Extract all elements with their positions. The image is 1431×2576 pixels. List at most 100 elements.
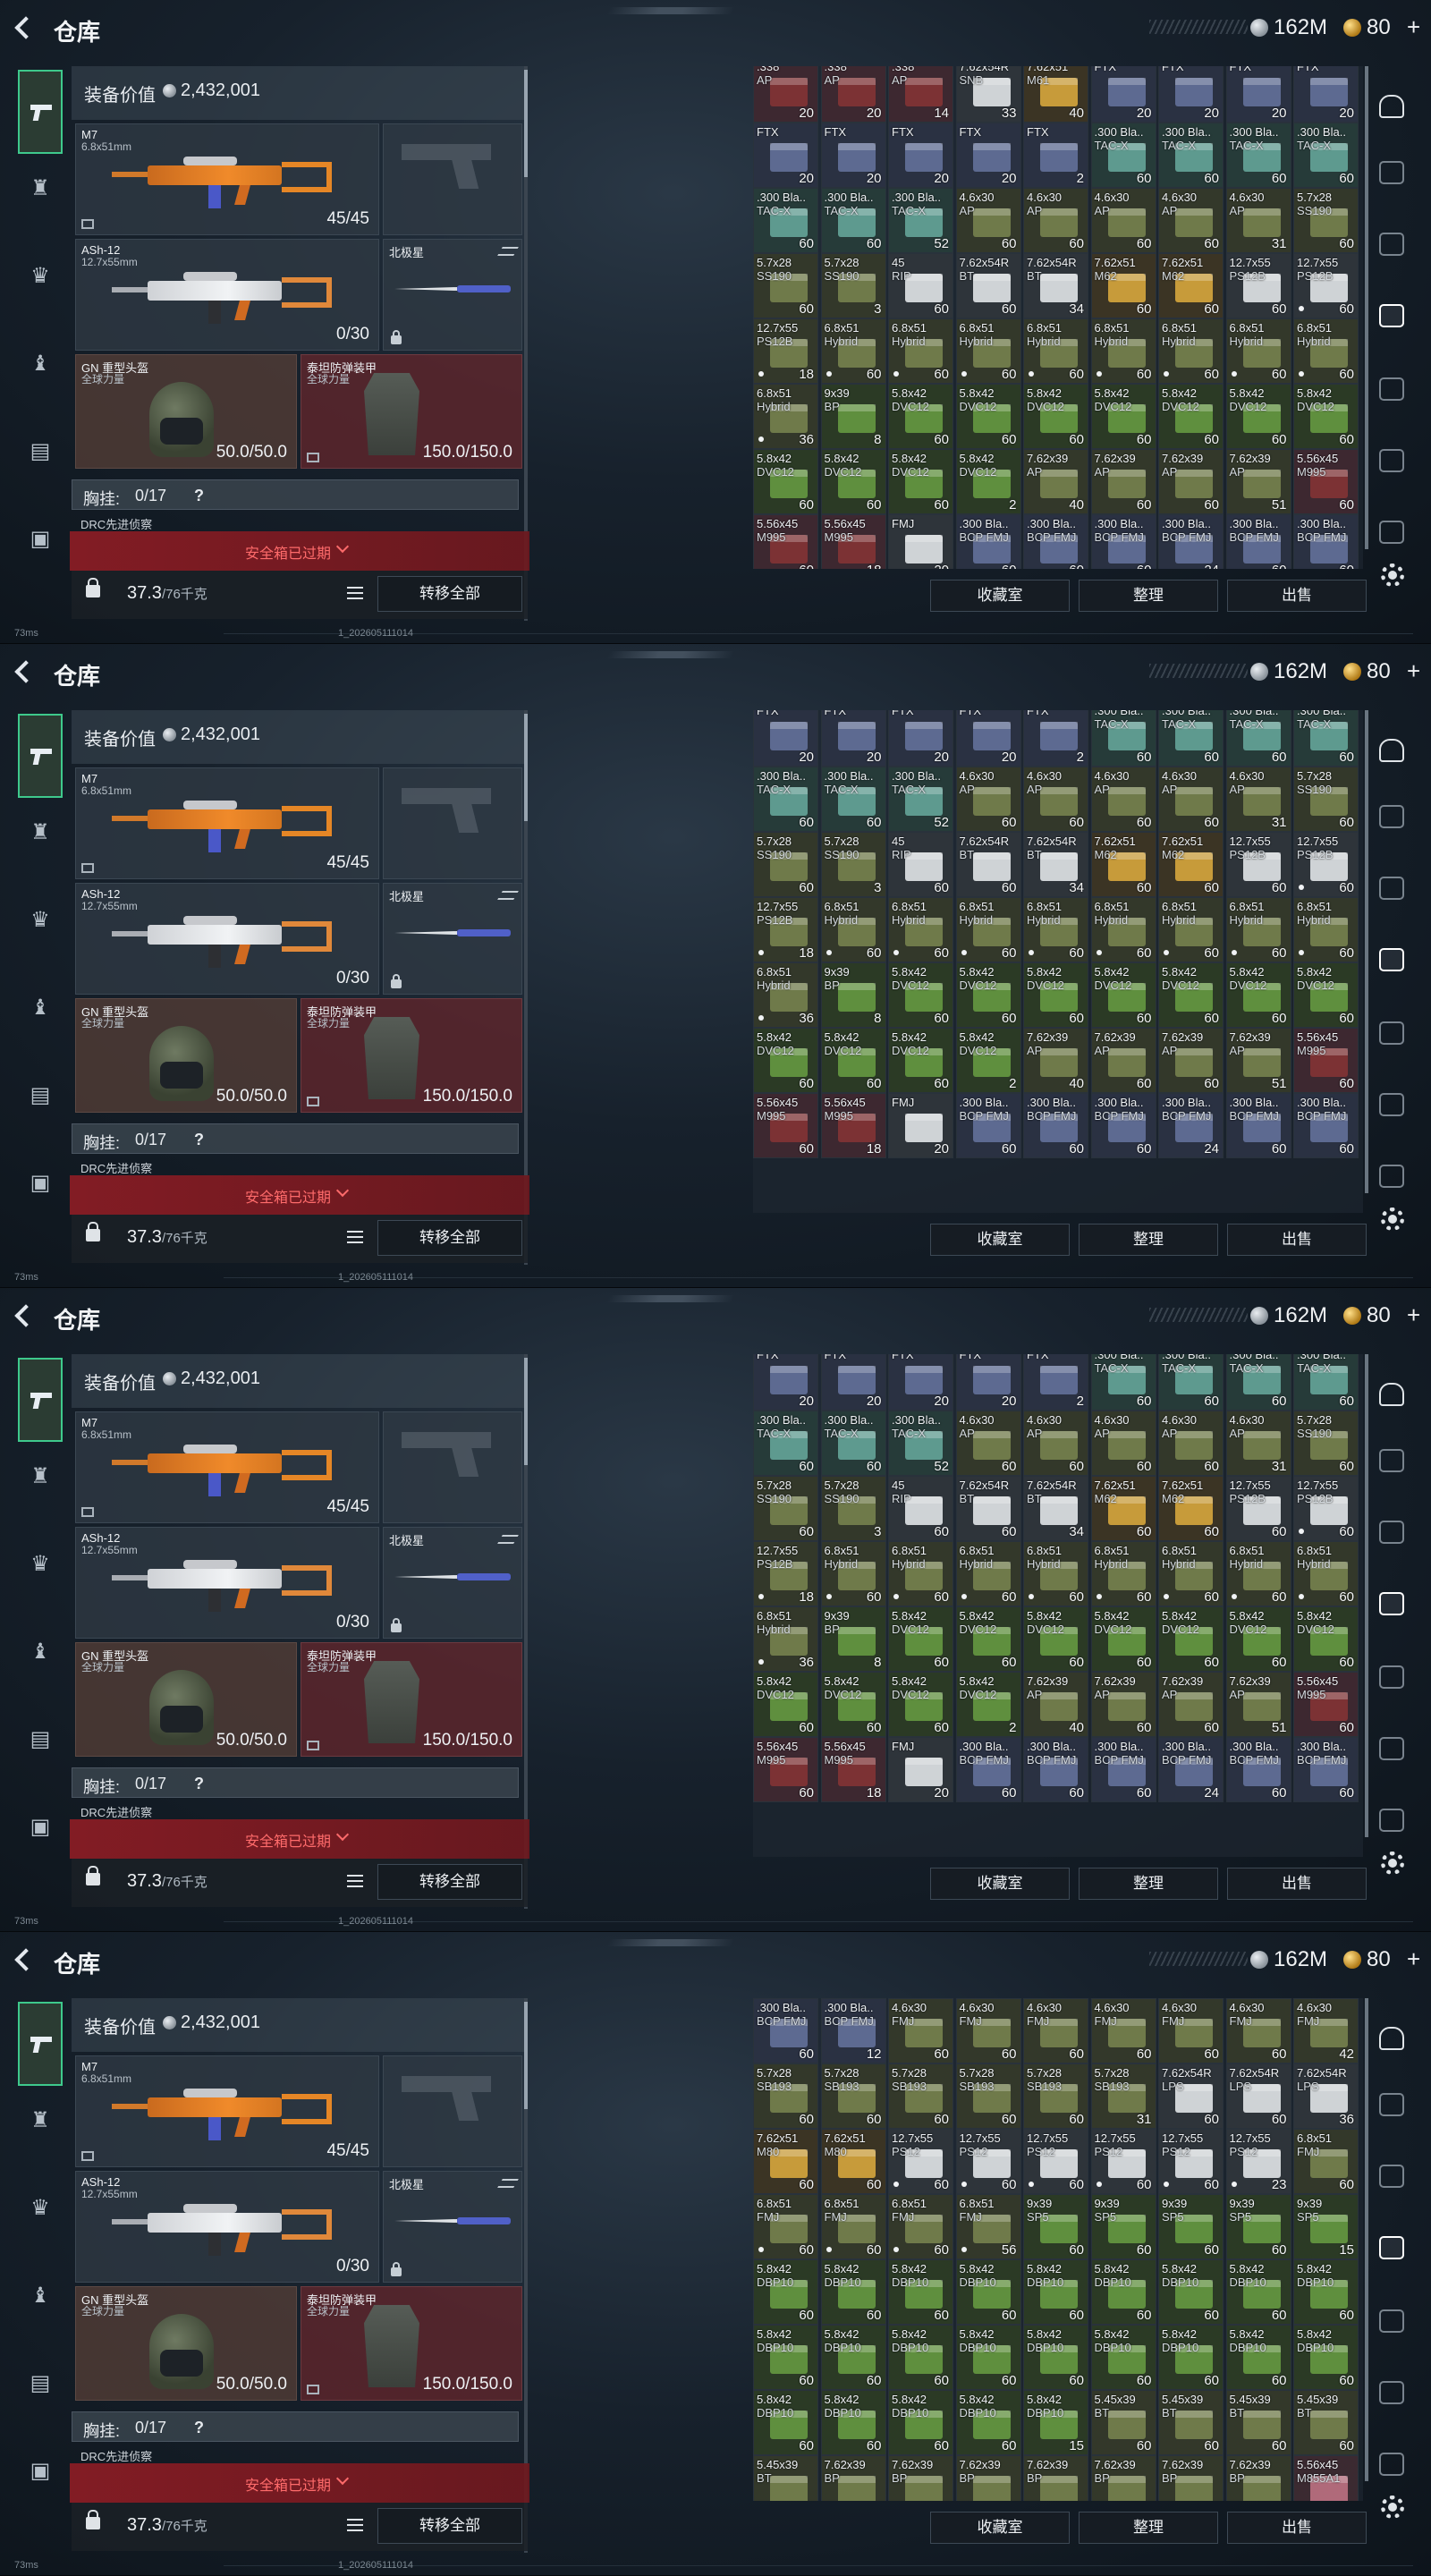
inventory-cell[interactable]: 5.56x45M99518 (820, 1093, 886, 1158)
inventory-cell[interactable]: 7.62x51 M62 60 (1090, 832, 1156, 897)
inventory-cell[interactable]: .300 Bla.. TAC-X 60 (1158, 123, 1224, 188)
inventory-cell[interactable]: 45 RIP 60 (888, 253, 953, 318)
inventory-cell[interactable]: 12.7x55 PS12B 18 (753, 897, 818, 962)
inventory-cell[interactable]: .300 Bla..BCP FMJ60 (1090, 514, 1156, 569)
inventory-cell[interactable]: .300 Bla.. TAC-X 52 (888, 188, 953, 253)
inventory-cell[interactable]: 5.8x42 DVC12 2 (955, 1028, 1021, 1093)
inventory-cell[interactable]: 5.56x45M99518 (820, 1737, 886, 1802)
stash-scrollbar[interactable] (1365, 66, 1368, 549)
inventory-cell[interactable]: 7.62x39 AP 60 (1090, 1672, 1156, 1737)
inventory-cell[interactable]: 7.62x51 M80 60 (820, 2129, 886, 2194)
inventory-cell[interactable]: 4.6x30 AP 60 (1090, 1411, 1156, 1476)
inventory-cell[interactable]: FTX 20 (888, 710, 953, 767)
inventory-cell[interactable]: 7.62x39BP60 (1225, 2455, 1291, 2501)
inventory-cell[interactable]: .300 Bla..BCP FMJ60 (955, 1093, 1021, 1158)
inventory-cell[interactable]: 7.62x39 AP 60 (1090, 449, 1156, 514)
inventory-cell[interactable]: 6.8x51 Hybrid 60 (1225, 1541, 1291, 1606)
storage-tab-4[interactable] (1372, 297, 1413, 336)
pistol-slot[interactable] (383, 2055, 522, 2167)
storage-tab-4[interactable] (1372, 2229, 1413, 2268)
inventory-cell[interactable]: 5.8x42 DBP10 15 (1023, 2390, 1088, 2455)
transfer-all-button[interactable]: 转移全部 (377, 1220, 522, 1256)
inventory-cell[interactable]: 12.7x55 PS12 60 (1158, 2129, 1224, 2194)
nav-item-armor[interactable]: ♜ (18, 165, 63, 209)
add-gold-button[interactable]: + (1407, 13, 1420, 41)
safebox-expired-banner[interactable]: 安全箱已过期 (70, 1819, 529, 1859)
safebox-expired-banner[interactable]: 安全箱已过期 (70, 531, 529, 571)
inventory-cell[interactable]: 6.8x51 Hybrid 60 (1090, 1541, 1156, 1606)
inventory-cell[interactable]: 12.7x55 PS12B 60 (1293, 832, 1359, 897)
chest-rig-bar[interactable]: 胸挂: 0/17? (72, 479, 519, 510)
inventory-cell[interactable]: 4.6x30 FMJ 60 (955, 1998, 1021, 2063)
inventory-cell[interactable]: 5.8x42 DBP10 60 (1225, 2259, 1291, 2325)
inventory-cell[interactable]: 5.8x42 DVC12 2 (955, 1672, 1021, 1737)
storage-tab-6[interactable] (1372, 2374, 1413, 2413)
inventory-cell[interactable]: .300 Bla..BCP FMJ24 (1158, 514, 1224, 569)
inventory-cell[interactable]: .300 Bla..BCP FMJ60 (955, 514, 1021, 569)
inventory-cell[interactable]: 5.8x42 DBP10 60 (1023, 2259, 1088, 2325)
inventory-cell[interactable]: 4.6x30 AP 60 (1023, 767, 1088, 832)
inventory-cell[interactable]: 5.8x42 DVC12 60 (753, 1028, 818, 1093)
inventory-cell[interactable]: .300 Bla.. TAC-X 60 (1225, 710, 1291, 767)
inventory-cell[interactable]: 5.8x42 DVC12 60 (753, 449, 818, 514)
inventory-cell[interactable]: FTX 20 (888, 1354, 953, 1411)
stash-scrollbar[interactable] (1365, 1998, 1368, 2481)
help-icon[interactable]: ? (194, 1775, 204, 1793)
back-icon[interactable] (13, 658, 34, 683)
nav-item-phone[interactable]: ▤ (18, 428, 63, 472)
storage-tab-3[interactable] (1372, 225, 1413, 265)
inventory-cell[interactable]: 5.8x42 DVC12 60 (1158, 1606, 1224, 1672)
inventory-cell[interactable]: 5.8x42 DVC12 60 (1293, 1606, 1359, 1672)
storage-tab-7[interactable] (1372, 1801, 1413, 1841)
inventory-cell[interactable]: 5.7x28 SS190 60 (753, 1476, 818, 1541)
storage-tab-7[interactable] (1372, 1157, 1413, 1197)
melee-slot[interactable]: 北极星 (383, 883, 522, 995)
inventory-cell[interactable]: 4.6x30 FMJ 60 (1090, 1998, 1156, 2063)
inventory-cell[interactable]: 5.8x42 DBP10 60 (1023, 2325, 1088, 2390)
inventory-cell[interactable]: 5.7x28 SS190 3 (820, 1476, 886, 1541)
nav-item-armor[interactable]: ♜ (18, 2097, 63, 2141)
inventory-cell[interactable]: 5.8x42 DBP10 60 (1158, 2325, 1224, 2390)
storage-tab-2[interactable] (1372, 2086, 1413, 2125)
inventory-cell[interactable]: 5.56x45M855A160 (1293, 2455, 1359, 2501)
secondary-weapon-slot[interactable]: ASh-12 12.7x55mm 0/30 (75, 2171, 379, 2283)
nav-item-bag[interactable]: ♝ (18, 1628, 63, 1673)
inventory-cell[interactable]: 12.7x55 PS12 60 (888, 2129, 953, 2194)
nav-item-backpack[interactable]: ♛ (18, 2184, 63, 2229)
inventory-cell[interactable]: 9x39 BP 8 (820, 1606, 886, 1672)
primary-weapon-slot[interactable]: M7 6.8x51mm 45/45 (75, 767, 379, 879)
inventory-cell[interactable]: .300 Bla.. TAC-X 60 (753, 1411, 818, 1476)
inventory-cell[interactable]: .300 Bla.. TAC-X 60 (820, 188, 886, 253)
safebox-expired-banner[interactable]: 安全箱已过期 (70, 1175, 529, 1215)
inventory-cell[interactable]: .300 Bla.. TAC-X 52 (888, 1411, 953, 1476)
inventory-cell[interactable]: 4.6x30 AP 60 (1158, 767, 1224, 832)
inventory-cell[interactable]: 7.62x39 AP 40 (1023, 449, 1088, 514)
inventory-cell[interactable]: 12.7x55 PS12B 18 (753, 318, 818, 384)
inventory-cell[interactable]: 4.6x30 AP 60 (955, 767, 1021, 832)
inventory-cell[interactable]: 7.62x39 AP 60 (1158, 1028, 1224, 1093)
inventory-cell[interactable]: 7.62x39 AP 40 (1023, 1672, 1088, 1737)
inventory-cell[interactable]: 5.8x42 DVC12 60 (1023, 962, 1088, 1028)
inventory-cell[interactable]: 6.8x51 Hybrid 36 (753, 384, 818, 449)
transfer-all-button[interactable]: 转移全部 (377, 576, 522, 612)
helmet-slot[interactable]: GN 重型头盔 全球力量 50.0/50.0 (75, 1642, 297, 1757)
armor-slot[interactable]: 泰坦防弹装甲 全球力量 150.0/150.0 (301, 1642, 522, 1757)
inventory-cell[interactable]: 5.8x42 DBP10 60 (955, 2325, 1021, 2390)
inventory-cell[interactable]: .300 Bla.. TAC-X 60 (1090, 123, 1156, 188)
helmet-slot[interactable]: GN 重型头盔 全球力量 50.0/50.0 (75, 2286, 297, 2401)
inventory-cell[interactable]: 5.8x42 DBP10 60 (820, 2259, 886, 2325)
inventory-cell[interactable]: 5.8x42 DBP10 60 (820, 2390, 886, 2455)
organize-button[interactable]: 整理 (1079, 2512, 1218, 2544)
inventory-cell[interactable]: 5.7x28 SB193 60 (1023, 2063, 1088, 2129)
inventory-cell[interactable]: 6.8x51 FMJ 56 (955, 2194, 1021, 2259)
inventory-cell[interactable]: 5.8x42 DBP10 60 (1293, 2259, 1359, 2325)
inventory-cell[interactable]: 5.8x42 DVC12 60 (1225, 962, 1291, 1028)
inventory-cell[interactable]: 6.8x51 Hybrid 60 (1293, 318, 1359, 384)
armor-slot[interactable]: 泰坦防弹装甲 全球力量 150.0/150.0 (301, 354, 522, 469)
inventory-cell[interactable]: .300 Bla.. TAC-X 60 (1158, 710, 1224, 767)
inventory-cell[interactable]: 4.6x30 FMJ 60 (1225, 1998, 1291, 2063)
inventory-cell[interactable]: 6.8x51 FMJ 60 (753, 2194, 818, 2259)
inventory-cell[interactable]: .300 Bla.. TAC-X 60 (753, 767, 818, 832)
inventory-cell[interactable]: 5.8x42 DVC12 60 (820, 1028, 886, 1093)
gear-icon[interactable] (1381, 2496, 1404, 2519)
